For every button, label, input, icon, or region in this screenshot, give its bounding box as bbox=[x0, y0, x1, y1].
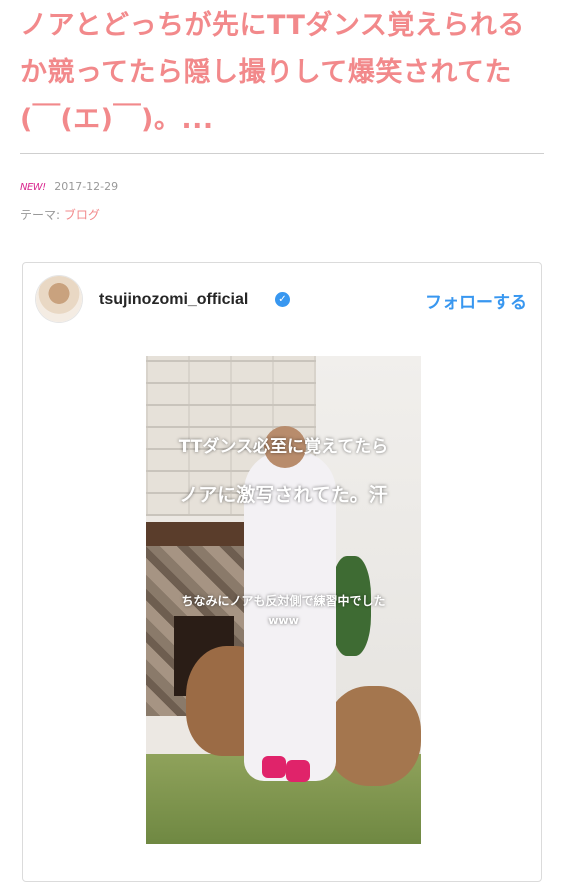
media-teddy-bear bbox=[326, 686, 421, 786]
theme-link[interactable]: ブログ bbox=[64, 208, 100, 222]
post-media-image[interactable]: TTダンス必至に覚えてたら ノアに激写されてた。汗 ちなみにノアも反対側で練習中… bbox=[146, 356, 421, 844]
verified-badge-icon: ✓ bbox=[275, 292, 290, 307]
instagram-embed: tsujinozomi_official ✓ フォローする TTダンス必至に覚え… bbox=[22, 262, 542, 882]
media-slipper bbox=[286, 760, 310, 782]
media-caption-line3: ちなみにノアも反対側で練習中でした bbox=[181, 594, 386, 608]
profile-username[interactable]: tsujinozomi_official bbox=[99, 291, 248, 309]
theme-label: テーマ: bbox=[20, 208, 61, 222]
article-meta-theme: テーマ: ブログ bbox=[20, 208, 100, 222]
profile-avatar[interactable] bbox=[36, 276, 82, 322]
media-caption-line1: TTダンス必至に覚えてたら bbox=[178, 437, 389, 457]
media-slipper bbox=[262, 756, 286, 778]
media-caption-line2: ノアに激写されてた。汗 bbox=[179, 484, 388, 506]
post-date: 2017-12-29 bbox=[54, 180, 119, 193]
title-divider bbox=[20, 153, 544, 154]
article-title[interactable]: ノアとどっちが先にTTダンス覚えられるか競ってたら隠し撮りして爆笑されてた(￣(… bbox=[20, 2, 550, 143]
media-caption-line4: www bbox=[268, 614, 299, 627]
follow-button[interactable]: フォローする bbox=[425, 288, 527, 313]
article-meta-date: NEW! 2017-12-29 bbox=[20, 180, 118, 195]
new-badge: NEW! bbox=[20, 182, 46, 193]
